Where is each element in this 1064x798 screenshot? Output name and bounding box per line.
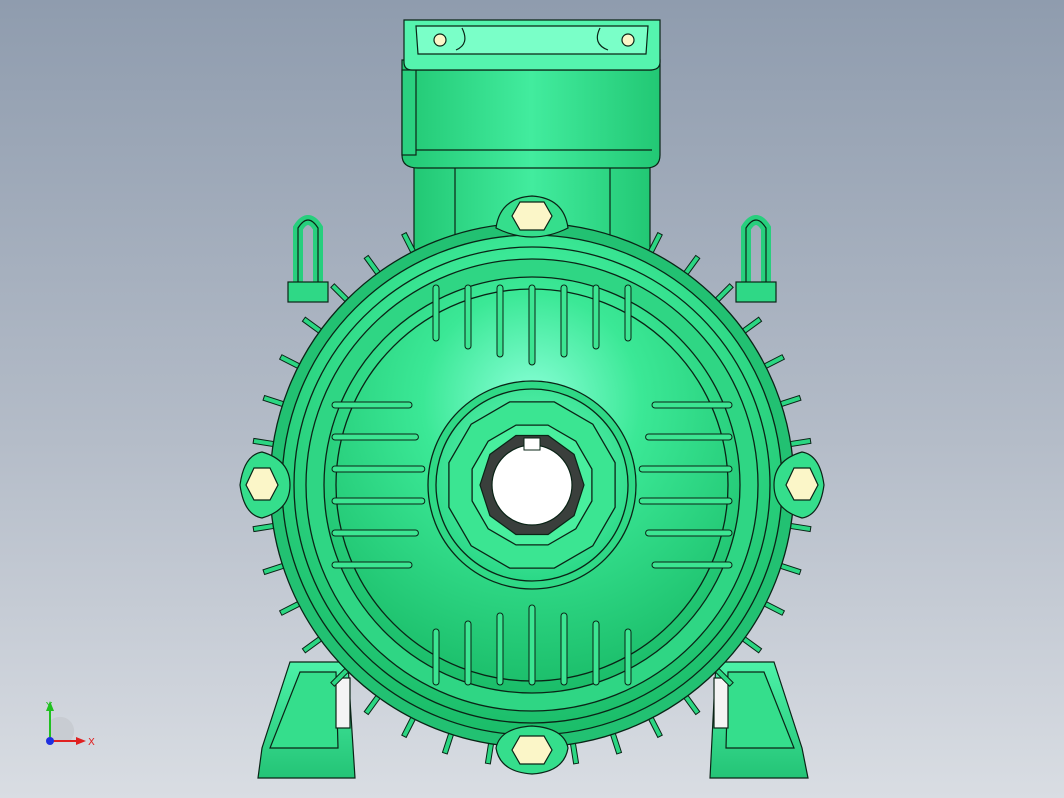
- motor-model[interactable]: [0, 0, 1064, 798]
- grille-slot: [331, 401, 413, 409]
- z-axis-dot: [46, 737, 54, 745]
- coordinate-triad: Y X: [45, 701, 95, 748]
- y-axis-label: Y: [45, 701, 53, 712]
- grille-slot: [592, 620, 600, 686]
- grille-slot: [592, 284, 600, 350]
- grille-slot: [638, 465, 733, 473]
- x-axis-arrow-icon: [76, 737, 86, 745]
- right-lifting-eye: [735, 215, 777, 303]
- grille-slot: [331, 465, 426, 473]
- grille-slot: [331, 433, 419, 441]
- grille-slot: [331, 561, 413, 569]
- grille-slot: [432, 284, 440, 342]
- grille-slot: [331, 497, 426, 505]
- grille-slot: [651, 401, 733, 409]
- grille-slot: [624, 284, 632, 342]
- x-axis-label: X: [88, 737, 95, 748]
- grille-slot: [496, 284, 504, 358]
- grille-slot: [528, 604, 536, 686]
- grille-slot: [560, 612, 568, 686]
- grille-slot: [645, 529, 733, 537]
- bolt-bottom: [495, 725, 569, 775]
- grille-slot: [560, 284, 568, 358]
- grille-slot: [432, 628, 440, 686]
- triad-background-arc: [50, 716, 75, 741]
- grille-slot: [528, 284, 536, 366]
- grille-slot: [651, 561, 733, 569]
- grille-slot: [464, 620, 472, 686]
- grille-slot: [645, 433, 733, 441]
- shaft-bore: [479, 434, 585, 536]
- grille-slot: [624, 628, 632, 686]
- grille-slot: [638, 497, 733, 505]
- grille-slot: [331, 529, 419, 537]
- model-viewport[interactable]: Y X: [0, 0, 1064, 798]
- left-lifting-eye: [287, 215, 329, 303]
- grille-slot: [464, 284, 472, 350]
- grille-slot: [496, 612, 504, 686]
